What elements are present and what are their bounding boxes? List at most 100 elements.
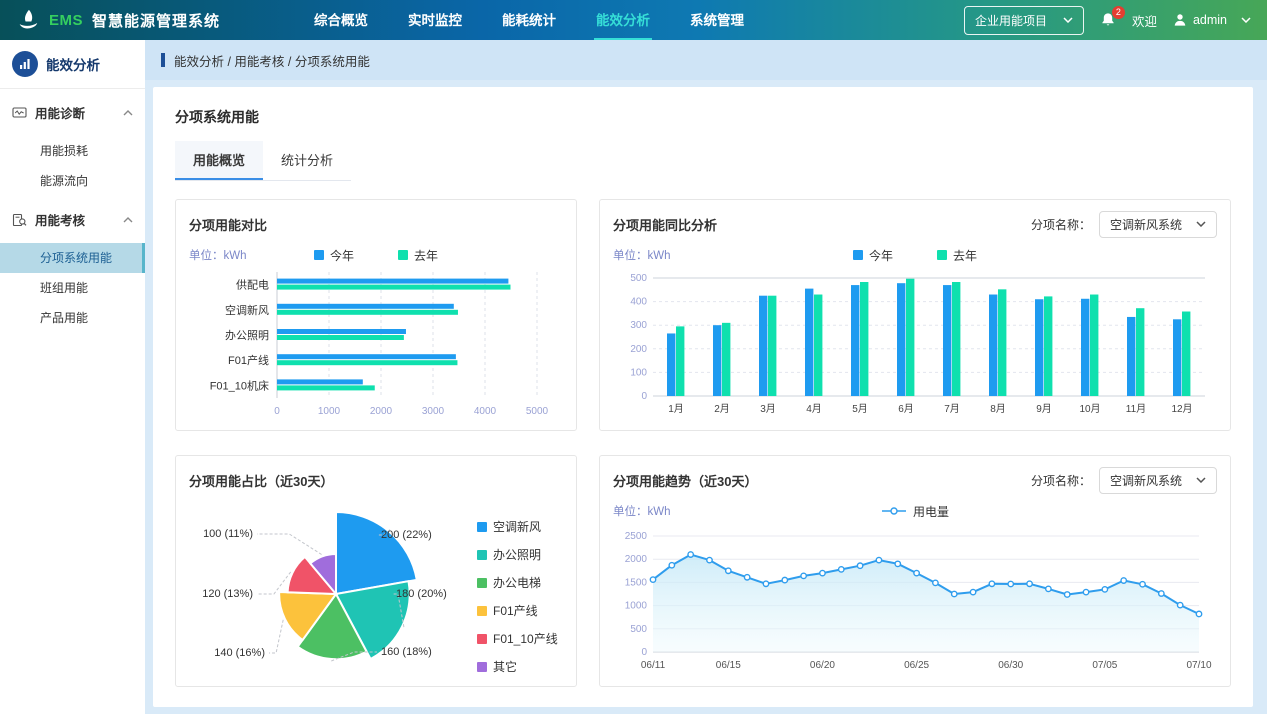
sidebar-group-label: 用能诊断 — [35, 103, 85, 122]
legend-swatch — [853, 250, 863, 260]
legend-swatch — [398, 250, 408, 260]
legend-swatch — [477, 634, 487, 644]
svg-text:1000: 1000 — [625, 601, 648, 612]
subitem-select-value: 空调新风系统 — [1110, 216, 1182, 233]
subitem-select-label: 分项名称： — [1031, 472, 1091, 489]
svg-text:10月: 10月 — [1079, 403, 1100, 415]
pie-chart-svg: 200 (22%)180 (20%)160 (18%)140 (16%)120 … — [189, 494, 477, 690]
svg-text:06/25: 06/25 — [904, 660, 929, 671]
sidebar-item-product-energy[interactable]: 产品用能 — [0, 303, 145, 333]
legend-item[interactable]: 去年 — [398, 247, 438, 264]
svg-text:8月: 8月 — [990, 403, 1006, 415]
line-chart-svg: 0500100015002000250006/1106/1506/2006/25… — [613, 524, 1213, 674]
chart-legend: 今年 去年 — [613, 247, 1217, 264]
notification-bell[interactable]: 2 — [1100, 12, 1116, 28]
svg-text:06/15: 06/15 — [716, 660, 741, 671]
tab-energy-overview[interactable]: 用能概览 — [175, 141, 263, 180]
tabs: 用能概览 统计分析 — [175, 141, 351, 181]
svg-text:200 (22%): 200 (22%) — [381, 529, 432, 541]
chart-meta: 单位：kWh 今年去年 — [613, 246, 1217, 264]
chart-legend: 今年 去年 — [189, 247, 563, 264]
svg-text:1500: 1500 — [625, 577, 648, 588]
legend-swatch — [477, 662, 487, 672]
nav-item-efficiency-analysis[interactable]: 能效分析 — [594, 0, 652, 40]
doc-magnifier-icon — [12, 213, 27, 227]
svg-text:0: 0 — [641, 647, 647, 658]
svg-text:180 (20%): 180 (20%) — [396, 588, 447, 600]
panel-grid: 分项用能对比 单位：kWh 今年去年 010002000300040005000… — [175, 199, 1231, 687]
svg-text:100 (11%): 100 (11%) — [203, 528, 253, 540]
panel-energy-trend: 分项用能趋势（近30天） 分项名称： 空调新风系统 单位：kWh 用电量 — [599, 455, 1231, 687]
svg-text:07/05: 07/05 — [1092, 660, 1117, 671]
legend-label: 用电量 — [913, 503, 949, 520]
analysis-chart-icon — [12, 51, 38, 77]
user-menu[interactable]: admin — [1173, 13, 1251, 27]
nav-item-realtime-monitor[interactable]: 实时监控 — [406, 0, 464, 40]
project-select-value: 企业用能项目 — [975, 12, 1047, 29]
svg-text:07/10: 07/10 — [1186, 660, 1211, 671]
legend-label: 空调新风 — [493, 518, 541, 535]
subitem-select[interactable]: 空调新风系统 — [1099, 211, 1217, 238]
sidebar-item-energy-flow[interactable]: 能源流向 — [0, 166, 145, 196]
legend-swatch — [477, 550, 487, 560]
yoy-bar-chart: 01002003004005001月2月3月4月5月6月7月8月9月10月11月… — [613, 268, 1217, 423]
legend-item[interactable]: 办公电梯 — [477, 574, 558, 591]
legend-item[interactable]: 今年 — [853, 247, 893, 264]
legend-swatch — [477, 606, 487, 616]
legend-item[interactable]: 办公照明 — [477, 546, 558, 563]
sidebar-group-diagnosis[interactable]: 用能诊断 — [0, 89, 145, 136]
nav-item-system-mgmt[interactable]: 系统管理 — [688, 0, 746, 40]
panel-header: 分项用能同比分析 分项名称： 空调新风系统 — [613, 212, 1217, 236]
sidebar-item-subsystem-energy[interactable]: 分项系统用能 — [0, 243, 145, 273]
svg-text:06/20: 06/20 — [810, 660, 835, 671]
subitem-select-group: 分项名称： 空调新风系统 — [1031, 211, 1217, 238]
sidebar-header-label: 能效分析 — [46, 54, 100, 74]
nav-menu: 综合概览 实时监控 能耗统计 能效分析 系统管理 — [312, 0, 746, 40]
bar-chart-svg: 010002000300040005000供配电空调新风办公照明F01产线F01… — [189, 268, 563, 420]
svg-text:0: 0 — [641, 391, 647, 402]
sidebar-group-assessment[interactable]: 用能考核 — [0, 196, 145, 243]
svg-text:100: 100 — [630, 367, 647, 378]
logo-sailboat-icon — [16, 8, 40, 32]
panel-title: 分项用能同比分析 — [613, 215, 717, 234]
panel-title: 分项用能占比（近30天） — [189, 471, 333, 490]
user-icon — [1173, 13, 1187, 27]
panel-energy-share: 分项用能占比（近30天） 200 (22%)180 (20%)160 (18%)… — [175, 455, 577, 687]
breadcrumb-accent-bar — [161, 53, 165, 67]
nav-item-overview[interactable]: 综合概览 — [312, 0, 370, 40]
svg-text:120 (13%): 120 (13%) — [202, 588, 253, 600]
svg-text:06/11: 06/11 — [641, 660, 666, 671]
legend-item[interactable]: 用电量 — [881, 503, 949, 520]
legend-item[interactable]: 空调新风 — [477, 518, 558, 535]
pie-legend: 空调新风办公照明办公电梯 F01产线 F01_10产线其它 — [477, 518, 558, 675]
panel-title: 分项用能对比 — [189, 215, 267, 234]
svg-text:3月: 3月 — [760, 403, 776, 415]
panel-yoy-analysis: 分项用能同比分析 分项名称： 空调新风系统 单位：kWh 今年去年 — [599, 199, 1231, 431]
legend-item[interactable]: 去年 — [937, 247, 977, 264]
legend-item[interactable]: F01产线 — [477, 602, 558, 619]
sidebar: 能效分析 用能诊断 用能损耗 能源流向 用能考核 分项系统用能 — [0, 40, 145, 714]
sidebar-item-energy-loss[interactable]: 用能损耗 — [0, 136, 145, 166]
energy-share-pie-chart: 200 (22%)180 (20%)160 (18%)140 (16%)120 … — [189, 494, 477, 695]
subitem-select-label: 分项名称： — [1031, 216, 1091, 233]
sidebar-item-team-energy[interactable]: 班组用能 — [0, 273, 145, 303]
legend-item[interactable]: 今年 — [314, 247, 354, 264]
subitem-select[interactable]: 空调新风系统 — [1099, 467, 1217, 494]
project-select[interactable]: 企业用能项目 — [964, 6, 1084, 35]
username: admin — [1193, 13, 1227, 27]
svg-text:5月: 5月 — [852, 403, 868, 415]
trend-line-chart: 0500100015002000250006/1106/1506/2006/25… — [613, 524, 1217, 679]
svg-text:500: 500 — [630, 624, 647, 635]
svg-text:F01_10机床: F01_10机床 — [210, 378, 269, 392]
legend-item[interactable]: F01_10产线 — [477, 630, 558, 647]
svg-text:1月: 1月 — [668, 403, 684, 415]
panel-energy-compare: 分项用能对比 单位：kWh 今年去年 010002000300040005000… — [175, 199, 577, 431]
tab-statistics[interactable]: 统计分析 — [263, 141, 351, 180]
monitor-pulse-icon — [12, 106, 27, 120]
brand-title: 智慧能源管理系统 — [92, 10, 220, 31]
legend-item[interactable]: 其它 — [477, 658, 558, 675]
legend-label: F01产线 — [493, 602, 538, 619]
nav-item-energy-stats[interactable]: 能耗统计 — [500, 0, 558, 40]
svg-text:7月: 7月 — [944, 403, 960, 415]
chevron-down-icon — [1063, 17, 1073, 23]
